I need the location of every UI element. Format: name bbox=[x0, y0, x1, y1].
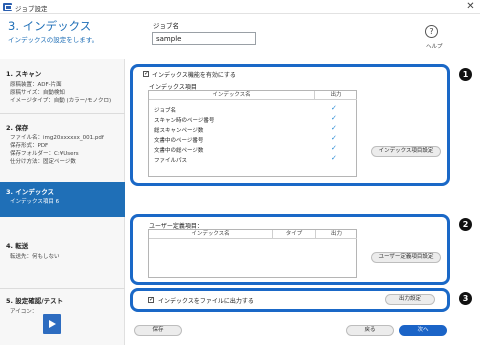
step-scan-line: 原稿装置：ADF-片面 bbox=[10, 82, 62, 88]
step-save-title[interactable]: 2. 保存 bbox=[6, 122, 28, 132]
close-button[interactable]: ✕ bbox=[464, 1, 477, 13]
next-button[interactable]: 次へ bbox=[399, 325, 447, 336]
help-label[interactable]: ヘルプ bbox=[426, 42, 443, 50]
callout-badge-3: 3 bbox=[459, 292, 472, 305]
save-button[interactable]: 保存 bbox=[134, 325, 182, 336]
play-document-icon bbox=[43, 314, 61, 334]
column-header-output: 出力 bbox=[316, 230, 357, 239]
table-row[interactable]: 総スキャンページ数 bbox=[154, 126, 203, 134]
column-header-type: タイプ bbox=[273, 230, 315, 239]
step-save-line: 仕分け方法：固定ページ数 bbox=[10, 159, 76, 165]
index-items-table: インデックス名 出力 ジョブ名 ✓ スキャン時のページ番号 ✓ 総スキャンページ… bbox=[148, 90, 357, 177]
step-confirm-line: アイコン： bbox=[10, 309, 38, 315]
output-check-icon: ✓ bbox=[331, 134, 337, 142]
output-file-label[interactable]: インデックスをファイルに出力する bbox=[158, 296, 254, 305]
user-defined-table: インデックス名 タイプ 出力 bbox=[148, 229, 357, 278]
table-row[interactable]: 文書中のページ番号 bbox=[154, 136, 203, 144]
callout-badge-1: 1 bbox=[459, 68, 472, 81]
job-name-input[interactable]: sample bbox=[152, 32, 256, 45]
table-row[interactable]: 文書中の総ページ数 bbox=[154, 146, 203, 154]
index-items-settings-button[interactable]: インデックス項目設定 bbox=[371, 146, 441, 157]
column-header-output: 出力 bbox=[315, 91, 357, 100]
step-scan-title[interactable]: 1. スキャン bbox=[6, 68, 41, 78]
sidebar-divider bbox=[0, 113, 125, 114]
help-icon[interactable]: ? bbox=[425, 25, 438, 38]
output-check-icon: ✓ bbox=[331, 154, 337, 162]
output-panel: ✓ インデックスをファイルに出力する 出力設定 bbox=[130, 288, 450, 312]
sidebar-divider bbox=[0, 288, 125, 289]
table-row[interactable]: スキャン時のページ番号 bbox=[154, 116, 214, 124]
output-check-icon: ✓ bbox=[331, 144, 337, 152]
step-index-line: インデックス項目 6 bbox=[10, 199, 60, 205]
column-header-index-name: インデックス名 bbox=[149, 230, 272, 239]
table-row[interactable]: ジョブ名 bbox=[154, 106, 176, 114]
output-settings-button[interactable]: 出力設定 bbox=[385, 294, 435, 305]
title-bar bbox=[0, 0, 480, 14]
user-defined-panel: ユーザー定義項目： インデックス名 タイプ 出力 ユーザー定義項目設定 bbox=[130, 214, 450, 285]
step-transfer-line: 転送先：何もしない bbox=[10, 254, 60, 260]
step-scan-line: 原稿サイズ：自動検知 bbox=[10, 90, 65, 96]
output-check-icon: ✓ bbox=[331, 114, 337, 122]
step-confirm-title[interactable]: 5. 設定確認/テスト bbox=[6, 295, 63, 305]
step-scan-line: イメージタイプ：自動 (カラー/モノクロ) bbox=[10, 98, 112, 104]
enable-index-checkbox[interactable]: ✓ bbox=[143, 71, 149, 77]
output-file-checkbox[interactable]: ✓ bbox=[148, 297, 154, 303]
step-transfer-title[interactable]: 4. 転送 bbox=[6, 240, 28, 250]
window-title: ジョブ設定 bbox=[15, 5, 48, 13]
column-header-index-name: インデックス名 bbox=[149, 91, 314, 100]
back-button[interactable]: 戻る bbox=[346, 325, 394, 336]
output-check-icon: ✓ bbox=[331, 104, 337, 112]
job-name-label: ジョブ名 bbox=[153, 22, 179, 30]
index-panel: ✓ インデックス機能を有効にする インデックス項目 インデックス名 出力 ジョブ… bbox=[130, 64, 450, 186]
step-index-title[interactable]: 3. インデックス bbox=[6, 186, 54, 196]
enable-index-label[interactable]: インデックス機能を有効にする bbox=[152, 70, 236, 79]
page-title: 3. インデックス bbox=[8, 19, 92, 33]
callout-badge-2: 2 bbox=[459, 218, 472, 231]
user-defined-settings-button[interactable]: ユーザー定義項目設定 bbox=[371, 252, 441, 263]
step-save-line: 保存フォルダー：C:¥Users bbox=[10, 151, 79, 157]
app-icon bbox=[3, 3, 12, 11]
table-row[interactable]: ファイルパス bbox=[154, 156, 187, 164]
step-save-line: 保存形式：PDF bbox=[10, 143, 49, 149]
output-check-icon: ✓ bbox=[331, 124, 337, 132]
page-subtitle: インデックスの設定をします。 bbox=[8, 36, 99, 44]
step-save-line: ファイル名：img20xxxxxx_001.pdf bbox=[10, 135, 104, 141]
